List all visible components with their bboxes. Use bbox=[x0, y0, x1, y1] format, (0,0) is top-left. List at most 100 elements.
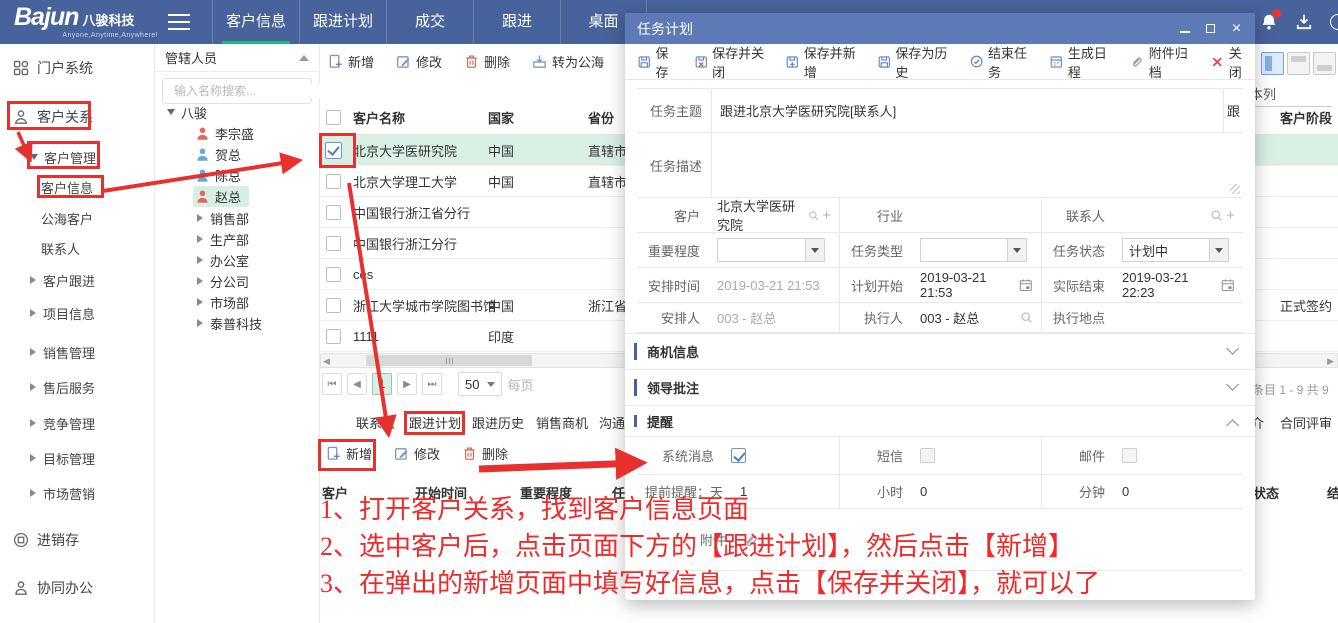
mail-checkbox[interactable] bbox=[1122, 448, 1137, 463]
dialog-titlebar[interactable]: 任务计划 × bbox=[625, 13, 1255, 44]
save-as-history-button[interactable]: 保存为历史 bbox=[878, 43, 954, 81]
first-page-button[interactable]: ⏮ bbox=[322, 373, 342, 395]
contact-field[interactable]: + bbox=[1114, 198, 1243, 232]
tree-node-person[interactable]: 陈总 bbox=[195, 165, 241, 185]
sidebar-item-competition[interactable]: 竞争管理 bbox=[0, 412, 155, 434]
edit-button[interactable]: 修改 bbox=[394, 444, 440, 463]
save-and-close-button[interactable]: 保存并关闭 bbox=[695, 43, 771, 81]
row-checkbox[interactable] bbox=[326, 259, 341, 289]
chevron-down-icon[interactable] bbox=[1007, 239, 1026, 261]
layout-split-vertical-icon[interactable] bbox=[1261, 52, 1284, 75]
next-page-button[interactable]: ▶ bbox=[397, 373, 417, 395]
bell-icon[interactable] bbox=[1260, 13, 1278, 31]
delete-button[interactable]: 删除 bbox=[462, 444, 508, 463]
select-all-checkbox[interactable] bbox=[326, 100, 341, 134]
description-textarea[interactable] bbox=[712, 133, 1243, 197]
industry-field[interactable] bbox=[912, 198, 1041, 232]
executor-field[interactable]: 003 - 赵总 bbox=[912, 303, 1041, 332]
delete-button[interactable]: 删除 bbox=[464, 52, 510, 71]
sidebar-item-crm[interactable]: 客户关系 bbox=[0, 106, 155, 128]
nav-tab-follow[interactable]: 跟进 bbox=[473, 0, 560, 44]
close-button[interactable]: 关 闭 bbox=[1211, 43, 1255, 81]
tab-sales-opportunity[interactable]: 销售商机 bbox=[536, 413, 588, 435]
last-page-button[interactable]: ⏭ bbox=[422, 373, 442, 395]
tree-node-person[interactable]: 贺总 bbox=[195, 144, 241, 164]
advance-minutes-input[interactable]: 0 bbox=[1114, 475, 1243, 508]
page-size-select[interactable]: 50 bbox=[458, 372, 502, 396]
sidebar-item-target-mgmt[interactable]: 目标管理 bbox=[0, 447, 155, 469]
column-header[interactable]: 国家 bbox=[488, 100, 514, 134]
tree-node-person-selected[interactable]: 赵总 bbox=[193, 186, 249, 206]
sidebar-item-contacts[interactable]: 联系人 bbox=[0, 237, 155, 259]
status-select[interactable]: 计划中 bbox=[1122, 238, 1229, 262]
sidebar-item-after-sales[interactable]: 售后服务 bbox=[0, 376, 155, 398]
tree-node-dept[interactable]: 生产部 bbox=[197, 229, 249, 249]
to-public-sea-button[interactable]: 转为公海 bbox=[532, 52, 604, 71]
importance-select[interactable] bbox=[717, 238, 825, 262]
system-message-checkbox[interactable] bbox=[731, 448, 746, 463]
sidebar-item-customer-follow[interactable]: 客户跟进 bbox=[0, 269, 155, 291]
add-button[interactable]: 新增 bbox=[326, 444, 372, 463]
calendar-icon[interactable] bbox=[1019, 278, 1033, 292]
row-checkbox[interactable] bbox=[326, 197, 341, 227]
row-checkbox[interactable] bbox=[326, 228, 341, 258]
column-header[interactable]: 省份 bbox=[588, 100, 614, 134]
tree-node-root[interactable]: 八骏 bbox=[167, 102, 207, 122]
edit-button[interactable]: 修改 bbox=[396, 52, 442, 71]
advance-days-input[interactable]: 1 bbox=[732, 475, 839, 508]
close-icon[interactable]: × bbox=[1230, 22, 1243, 35]
attachment-area[interactable] bbox=[735, 509, 1243, 570]
sidebar-item-customer-info[interactable]: 客户信息 bbox=[0, 176, 155, 198]
menu-icon[interactable] bbox=[168, 14, 190, 30]
layout-split-horizontal-icon[interactable] bbox=[1287, 52, 1310, 75]
sidebar-item-portal[interactable]: 门户系统 bbox=[0, 57, 155, 79]
nav-tab-customer-info[interactable]: 客户信息 bbox=[212, 0, 299, 44]
attach-archive-button[interactable]: 附件归档 bbox=[1130, 43, 1195, 81]
tree-node-dept[interactable]: 销售部 bbox=[197, 208, 249, 228]
row-checkbox[interactable] bbox=[326, 321, 341, 351]
sidebar-item-office[interactable]: 协同办公 bbox=[0, 577, 155, 599]
chevron-down-icon[interactable] bbox=[1209, 239, 1228, 261]
download-icon[interactable] bbox=[1295, 13, 1313, 31]
add-button[interactable]: 新增 bbox=[328, 52, 374, 71]
location-field[interactable] bbox=[1114, 303, 1243, 332]
sidebar-item-marketing[interactable]: 市场营销 bbox=[0, 482, 155, 504]
scroll-right-arrow-icon[interactable]: ▶ bbox=[1327, 356, 1334, 366]
tab-follow-plan[interactable]: 跟进计划 bbox=[409, 413, 461, 435]
maximize-icon[interactable] bbox=[1204, 22, 1217, 35]
tree-node-dept[interactable]: 办公室 bbox=[197, 250, 249, 270]
tab-contract-review[interactable]: 合同评审 bbox=[1280, 413, 1332, 435]
sidebar-item-inventory[interactable]: 进销存 bbox=[0, 529, 155, 551]
row-checkbox[interactable] bbox=[325, 135, 342, 165]
tab-follow-history[interactable]: 跟进历史 bbox=[472, 413, 524, 435]
section-reminder[interactable]: 提醒 bbox=[625, 405, 1255, 437]
scrollbar-thumb[interactable] bbox=[366, 355, 532, 366]
tree-node-dept[interactable]: 分公司 bbox=[197, 271, 249, 291]
save-button[interactable]: 保存 bbox=[638, 43, 679, 81]
collapse-panel-icon[interactable] bbox=[299, 55, 309, 61]
nav-tab-follow-plan[interactable]: 跟进计划 bbox=[299, 0, 386, 44]
plan-start-field[interactable]: 2019-03-21 21:53 bbox=[912, 268, 1041, 302]
tree-node-dept[interactable]: 市场部 bbox=[197, 292, 249, 312]
current-page[interactable]: 1 bbox=[372, 373, 392, 395]
search-icon[interactable] bbox=[1020, 311, 1033, 324]
resize-grip-icon[interactable] bbox=[1230, 184, 1240, 194]
add-icon[interactable]: + bbox=[1226, 208, 1235, 223]
tree-node-dept[interactable]: 泰普科技 bbox=[197, 313, 262, 333]
chevron-down-icon[interactable] bbox=[805, 239, 824, 261]
sidebar-item-project-info[interactable]: 项目信息 bbox=[0, 302, 155, 324]
prev-page-button[interactable]: ◀ bbox=[347, 373, 367, 395]
sidebar-item-public-sea[interactable]: 公海客户 bbox=[0, 207, 155, 229]
advance-hours-input[interactable]: 0 bbox=[912, 475, 1041, 508]
row-checkbox[interactable] bbox=[326, 166, 341, 196]
section-opportunity[interactable]: 商机信息 bbox=[625, 333, 1255, 369]
customer-field[interactable]: 北京大学医研究院 + bbox=[709, 198, 839, 232]
tab-contacts[interactable]: 联系人 bbox=[356, 413, 395, 435]
save-and-new-button[interactable]: 保存并新增 bbox=[786, 43, 862, 81]
search-icon[interactable] bbox=[1210, 209, 1223, 222]
help-icon[interactable] bbox=[1330, 14, 1338, 30]
sidebar-item-customer-mgmt[interactable]: 客户管理 bbox=[0, 146, 155, 168]
scroll-left-arrow-icon[interactable]: ◀ bbox=[323, 356, 330, 366]
calendar-icon[interactable] bbox=[1221, 278, 1235, 292]
generate-schedule-button[interactable]: 生成日程 bbox=[1050, 43, 1114, 81]
